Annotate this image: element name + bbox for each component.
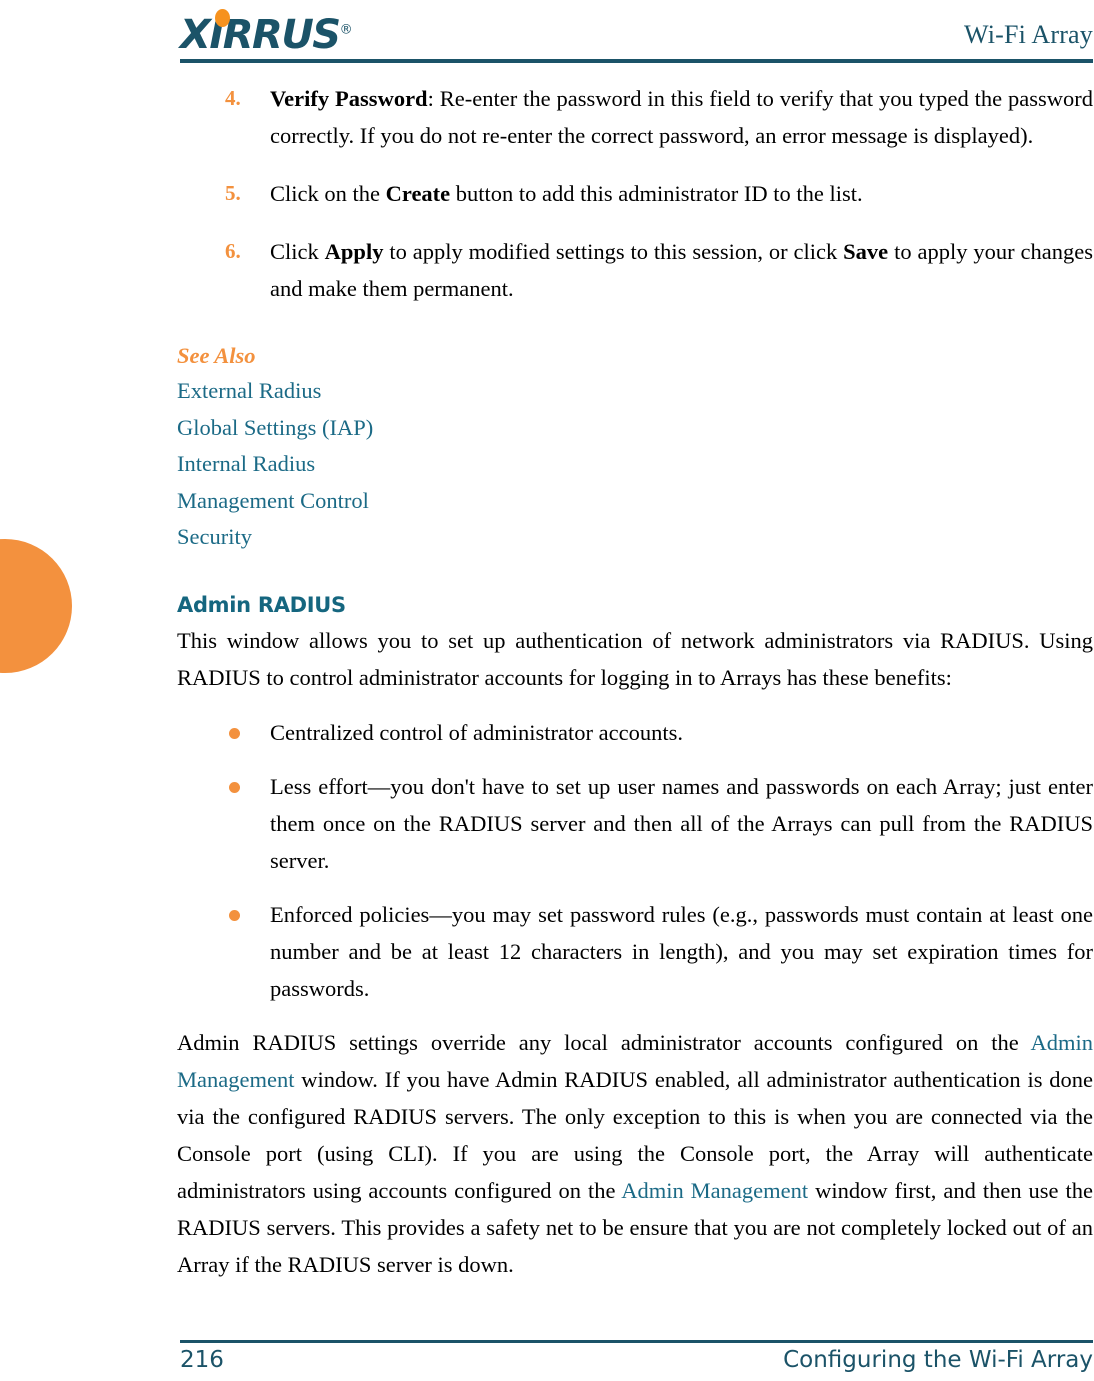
xirrus-logo: XIRRUS® [180, 8, 400, 58]
see-also-heading: See Also [177, 343, 256, 368]
see-also-link-external-radius[interactable]: External Radius [177, 378, 321, 403]
numbered-step-list: 4. Verify Password: Re-enter the password… [177, 80, 1093, 307]
step-text-prefix: Click on the [270, 181, 386, 206]
benefits-bullet-list: Centralized control of administrator acc… [177, 714, 1093, 1007]
see-also-link-global-settings-iap[interactable]: Global Settings (IAP) [177, 415, 373, 440]
bullet-text: Less effort—you don't have to set up use… [270, 773, 1093, 873]
decorative-orange-circle [0, 539, 72, 673]
step-number: 4. [225, 86, 241, 110]
step-text-suffix: button to add this administrator ID to t… [450, 181, 863, 206]
logo-wordmark: XIRRUS® [180, 12, 353, 59]
step-number: 6. [225, 239, 241, 263]
section-intro-paragraph: This window allows you to set up authent… [177, 627, 1093, 690]
page-header: XIRRUS® Wi-Fi Array [180, 0, 1093, 62]
logo-orange-dot-icon [215, 9, 230, 27]
header-title: Wi-Fi Array [964, 20, 1093, 49]
step-text-prefix: Click [270, 239, 325, 264]
section-closing-paragraph: Admin RADIUS settings override any local… [177, 1024, 1093, 1283]
list-item: 5. Click on the Create button to add this… [177, 175, 1093, 212]
list-item: Internal Radius [177, 446, 1093, 483]
bullet-text: Enforced policies—you may set password r… [270, 901, 1093, 1001]
step-lead-term: Verify Password [270, 86, 428, 111]
see-also-link-security[interactable]: Security [177, 524, 252, 549]
list-item: Management Control [177, 483, 1093, 520]
list-item: 4. Verify Password: Re-enter the password… [177, 80, 1093, 154]
step-text-mid: to apply modified settings to this sessi… [383, 239, 844, 264]
see-also-link-internal-radius[interactable]: Internal Radius [177, 451, 315, 476]
bullet-text: Centralized control of administrator acc… [270, 719, 683, 745]
list-item: Less effort—you don't have to set up use… [177, 768, 1093, 879]
list-item: Centralized control of administrator acc… [177, 714, 1093, 751]
registered-trademark-icon: ® [339, 23, 353, 38]
see-also-link-management-control[interactable]: Management Control [177, 488, 369, 513]
step-number: 5. [225, 181, 241, 205]
see-also-link-list: External Radius Global Settings (IAP) In… [177, 373, 1093, 556]
bullet-dot-icon [229, 727, 240, 739]
list-item: Security [177, 519, 1093, 556]
apply-button-label: Apply [324, 239, 384, 264]
header-divider [180, 59, 1093, 63]
save-button-label: Save [843, 239, 889, 264]
section-heading-admin-radius: Admin RADIUS [177, 592, 346, 617]
document-page: XIRRUS® Wi-Fi Array 4. Verify Password: R… [0, 0, 1094, 1381]
closing-text-part1: Admin RADIUS settings override any local… [177, 1029, 1031, 1055]
create-button-label: Create [385, 181, 451, 206]
page-content: 4. Verify Password: Re-enter the password… [177, 80, 1093, 1287]
footer-title: Configuring the Wi-Fi Array [783, 1347, 1093, 1373]
list-item: 6. Click Apply to apply modified settings… [177, 233, 1093, 307]
bullet-dot-icon [229, 909, 240, 921]
list-item: Global Settings (IAP) [177, 410, 1093, 447]
inline-link-admin-management-2[interactable]: Admin Management [621, 1178, 808, 1203]
footer-page-number: 216 [180, 1347, 224, 1373]
bullet-dot-icon [229, 781, 240, 793]
footer-divider [180, 1340, 1093, 1343]
page-footer: 216 Configuring the Wi-Fi Array [180, 1345, 1093, 1381]
list-item: External Radius [177, 373, 1093, 410]
list-item: Enforced policies—you may set password r… [177, 896, 1093, 1007]
